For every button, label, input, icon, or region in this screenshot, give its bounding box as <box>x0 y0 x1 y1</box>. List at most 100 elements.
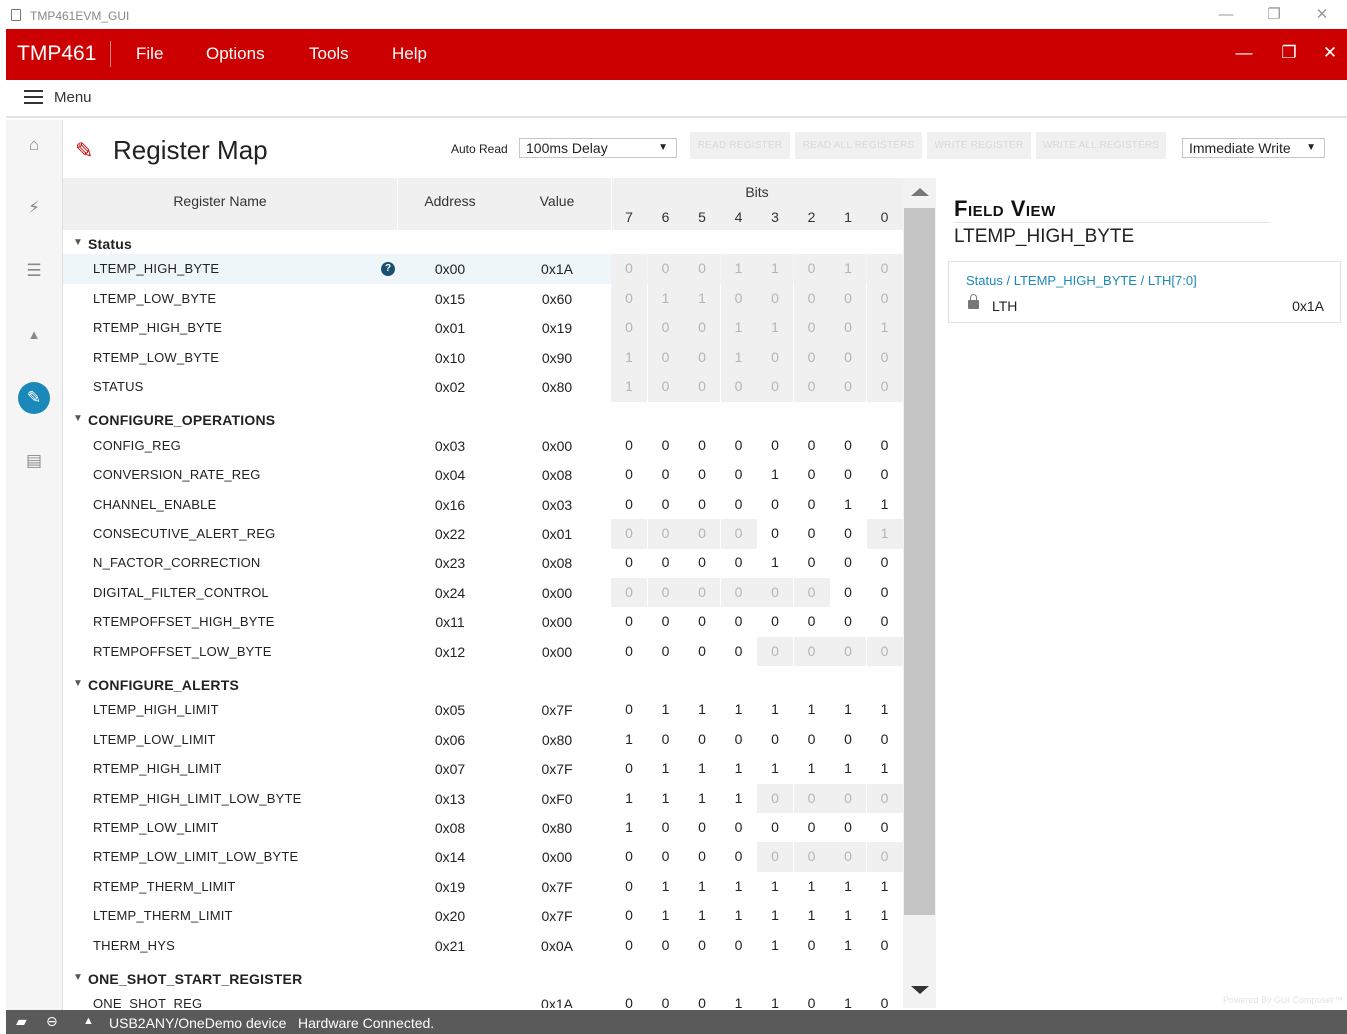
bit-cell[interactable]: 0 <box>794 460 830 490</box>
bit-cell[interactable]: 0 <box>611 842 647 872</box>
bit-cell[interactable]: 0 <box>648 931 684 961</box>
bit-cell[interactable]: 0 <box>684 460 720 490</box>
bit-cell[interactable]: 1 <box>867 901 903 931</box>
bit-cell[interactable]: 0 <box>867 607 903 637</box>
bit-cell[interactable]: 0 <box>721 842 757 872</box>
menu-options[interactable]: Options <box>206 44 265 64</box>
bit-cell[interactable]: 0 <box>794 813 830 843</box>
bit-cell[interactable]: 0 <box>684 725 720 755</box>
write-register-button[interactable]: WRITE REGISTER <box>927 132 1031 159</box>
bit-cell[interactable]: 0 <box>721 813 757 843</box>
bit-cell[interactable]: 0 <box>867 813 903 843</box>
register-value[interactable]: 0x00 <box>503 614 611 630</box>
register-row[interactable]: DIGITAL_FILTER_CONTROL 0x24 0x00 0 0 0 0 0 0 0 0 <box>63 577 903 608</box>
bit-cell[interactable]: 0 <box>648 637 684 667</box>
log-icon[interactable]: ▤ <box>23 450 45 472</box>
link-icon[interactable]: ⊖ <box>46 1013 58 1030</box>
bit-cell[interactable]: 0 <box>611 901 647 931</box>
register-row[interactable]: CONVERSION_RATE_REG 0x04 0x08 0 0 0 0 1 0 0 0 <box>63 460 903 490</box>
bit-cell[interactable]: 1 <box>757 901 793 931</box>
bit-cell[interactable]: 1 <box>830 989 866 1008</box>
bit-cell[interactable]: 1 <box>757 695 793 725</box>
register-row[interactable]: STATUS 0x02 0x80 1 0 0 0 0 0 0 0 <box>63 372 903 402</box>
bit-cell[interactable]: 0 <box>794 607 830 637</box>
register-value[interactable]: 0x60 <box>503 291 611 307</box>
bit-cell[interactable]: 1 <box>830 931 866 961</box>
bit-cell[interactable]: 0 <box>648 490 684 520</box>
register-value[interactable]: 0x08 <box>503 555 611 571</box>
menu-file[interactable]: File <box>136 44 163 64</box>
bit-cell[interactable]: 0 <box>867 931 903 961</box>
menu-help[interactable]: Help <box>392 44 427 64</box>
bit-cell[interactable]: 0 <box>611 872 647 902</box>
bit-cell[interactable]: 0 <box>830 460 866 490</box>
write-all-registers-button[interactable]: WRITE ALL REGISTERS <box>1036 132 1166 159</box>
bit-cell[interactable]: 0 <box>757 813 793 843</box>
bit-cell[interactable]: 1 <box>830 754 866 784</box>
bit-cell[interactable]: 0 <box>721 460 757 490</box>
bit-cell[interactable]: 1 <box>867 695 903 725</box>
bit-cell[interactable]: 0 <box>611 637 647 667</box>
bit-cell[interactable]: 0 <box>648 842 684 872</box>
bit-cell[interactable]: 0 <box>757 607 793 637</box>
collapse-caret-icon[interactable]: ▼ <box>73 678 83 689</box>
register-row[interactable]: RTEMP_HIGH_BYTE 0x01 0x19 0 0 0 1 1 0 0 1 <box>63 313 903 343</box>
register-value[interactable]: 0x19 <box>503 320 611 336</box>
bit-cell[interactable]: 1 <box>684 695 720 725</box>
bit-cell[interactable]: 0 <box>794 725 830 755</box>
bit-cell[interactable]: 0 <box>648 460 684 490</box>
register-value[interactable]: 0x1A <box>503 261 611 277</box>
scroll-down-icon[interactable] <box>911 986 929 994</box>
bit-cell[interactable]: 1 <box>684 754 720 784</box>
bit-cell[interactable]: 0 <box>830 548 866 578</box>
register-row[interactable]: LTEMP_THERM_LIMIT 0x20 0x7F 0 1 1 1 1 1 1 1 <box>63 901 903 931</box>
bit-cell[interactable]: 0 <box>757 431 793 461</box>
bit-cell[interactable]: 1 <box>721 872 757 902</box>
register-row[interactable]: RTEMPOFFSET_HIGH_BYTE 0x11 0x00 0 0 0 0 0 0 0 0 <box>63 607 903 637</box>
register-value[interactable]: 0x80 <box>503 820 611 836</box>
register-value[interactable]: 0x7F <box>503 761 611 777</box>
bit-cell[interactable]: 0 <box>794 989 830 1008</box>
bit-cell[interactable]: 0 <box>721 637 757 667</box>
bit-cell[interactable]: 0 <box>684 431 720 461</box>
bit-cell[interactable]: 1 <box>721 989 757 1008</box>
bit-cell[interactable]: 0 <box>721 725 757 755</box>
bit-cell[interactable]: 1 <box>867 754 903 784</box>
bit-cell[interactable]: 0 <box>611 548 647 578</box>
bit-cell[interactable]: 1 <box>648 901 684 931</box>
help-icon[interactable]: ? <box>381 262 395 277</box>
register-row[interactable]: CHANNEL_ENABLE 0x16 0x03 0 0 0 0 0 0 1 1 <box>63 490 903 520</box>
bit-cell[interactable]: 1 <box>648 695 684 725</box>
register-row[interactable]: RTEMPOFFSET_LOW_BYTE 0x12 0x00 0 0 0 0 0 0 0 0 <box>63 636 903 667</box>
register-value[interactable]: 0x03 <box>503 497 611 513</box>
bit-cell[interactable]: 1 <box>830 490 866 520</box>
bit-cell[interactable]: 1 <box>794 754 830 784</box>
bit-cell[interactable]: 0 <box>757 519 793 549</box>
register-value[interactable]: 0x7F <box>503 908 611 924</box>
register-row[interactable]: LTEMP_HIGH_LIMIT 0x05 0x7F 0 1 1 1 1 1 1 1 <box>63 695 903 725</box>
register-value[interactable]: 0x00 <box>503 585 611 601</box>
register-value[interactable]: 0x0A <box>503 938 611 954</box>
bit-cell[interactable]: 0 <box>830 431 866 461</box>
bit-cell[interactable]: 1 <box>611 813 647 843</box>
bit-cell[interactable]: 0 <box>648 548 684 578</box>
bit-cell[interactable]: 0 <box>867 989 903 1008</box>
bit-cell[interactable]: 0 <box>867 431 903 461</box>
register-row[interactable]: LTEMP_HIGH_BYTE? 0x00 0x1A 0 0 0 1 1 0 1 0 <box>63 254 903 284</box>
collapse-caret-icon[interactable]: ▼ <box>73 237 83 248</box>
bit-cell[interactable]: 1 <box>757 548 793 578</box>
auto-read-select[interactable]: 100ms Delay ▼ <box>519 138 677 158</box>
register-value[interactable]: 0x00 <box>503 644 611 660</box>
book-icon[interactable]: ▰ <box>16 1013 27 1030</box>
field-path-breadcrumb[interactable]: Status / LTEMP_HIGH_BYTE / LTH[7:0] <box>966 273 1197 288</box>
register-value[interactable]: 0x1A <box>503 996 611 1008</box>
home-icon[interactable]: ⌂ <box>23 134 45 156</box>
bit-cell[interactable]: 1 <box>830 901 866 931</box>
bit-cell[interactable]: 1 <box>684 872 720 902</box>
bit-cell[interactable]: 0 <box>721 490 757 520</box>
register-value[interactable]: 0x7F <box>503 702 611 718</box>
bit-cell[interactable]: 0 <box>684 637 720 667</box>
sliders-icon[interactable]: ☰ <box>23 260 45 282</box>
hamburger-menu-icon[interactable] <box>24 90 43 104</box>
bit-cell[interactable]: 0 <box>648 607 684 637</box>
